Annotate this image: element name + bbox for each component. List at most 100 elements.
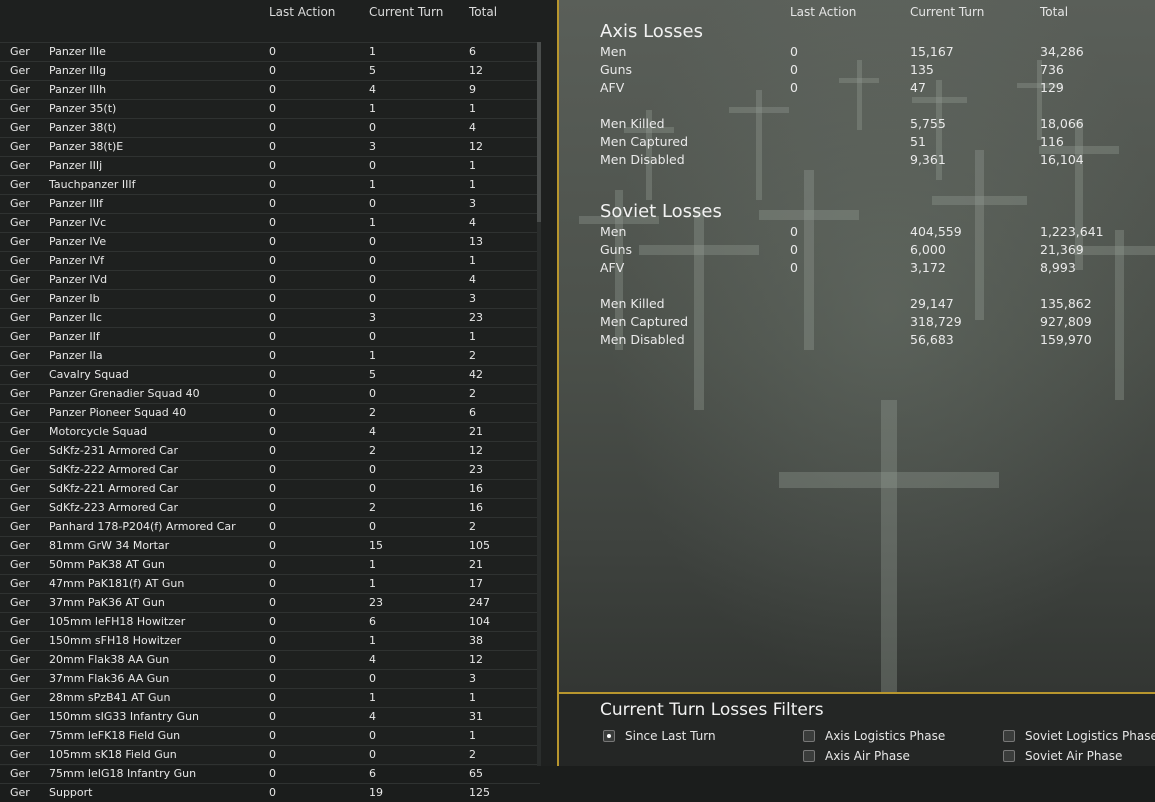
unit-total: 2 <box>469 520 476 533</box>
table-row[interactable]: Ger Panzer IVe 0 0 13 <box>0 232 540 251</box>
table-row[interactable]: Ger SdKfz-231 Armored Car 0 2 12 <box>0 441 540 460</box>
table-row[interactable]: Ger SdKfz-223 Armored Car 0 2 16 <box>0 498 540 517</box>
table-row[interactable]: Ger Panzer IIa 0 1 2 <box>0 346 540 365</box>
table-row[interactable]: Ger 37mm Flak36 AA Gun 0 0 3 <box>0 669 540 688</box>
table-row[interactable]: Ger Panzer IIc 0 3 23 <box>0 308 540 327</box>
soviet-logistics-phase-checkbox[interactable] <box>1003 730 1015 742</box>
axis-loss-label: Men Killed <box>600 116 665 131</box>
unit-nationality: Ger <box>10 653 30 666</box>
unit-nationality: Ger <box>10 615 30 628</box>
table-row[interactable]: Ger Panzer IIIe 0 1 6 <box>0 42 540 61</box>
unit-name: 75mm leIG18 Infantry Gun <box>49 767 197 780</box>
unit-last-action: 0 <box>269 634 276 647</box>
summary-header-total: Total <box>1040 5 1069 19</box>
unit-last-action: 0 <box>269 539 276 552</box>
unit-last-action: 0 <box>269 596 276 609</box>
table-row[interactable]: Ger Panzer IIIg 0 5 12 <box>0 61 540 80</box>
table-row[interactable]: Ger 105mm sK18 Field Gun 0 0 2 <box>0 745 540 764</box>
unit-total: 1 <box>469 330 476 343</box>
unit-last-action: 0 <box>269 140 276 153</box>
cross-shape <box>1114 230 1124 400</box>
since-last-turn-label[interactable]: Since Last Turn <box>625 729 716 743</box>
table-row[interactable]: Ger Panzer IVc 0 1 4 <box>0 213 540 232</box>
unit-losses-list[interactable]: Ger Panzer IIIe 0 1 6 Ger Panzer IIIg 0 5 12 Ger Pa… <box>0 42 540 802</box>
table-row[interactable]: Ger 37mm PaK36 AT Gun 0 23 247 <box>0 593 540 612</box>
table-row[interactable]: Ger Tauchpanzer IIIf 0 1 1 <box>0 175 540 194</box>
axis-loss-last-action: 0 <box>790 62 798 77</box>
table-row[interactable]: Ger Panzer IIIj 0 0 1 <box>0 156 540 175</box>
soviet-loss-total: 927,809 <box>1040 314 1092 329</box>
unit-name: 150mm sFH18 Howitzer <box>49 634 182 647</box>
axis-air-phase-label[interactable]: Axis Air Phase <box>825 749 910 763</box>
soviet-loss-current-turn: 29,147 <box>910 296 954 311</box>
unit-nationality: Ger <box>10 64 30 77</box>
table-row[interactable]: Ger Panhard 178-P204(f) Armored Car 0 0 2 <box>0 517 540 536</box>
unit-name: 105mm sK18 Field Gun <box>49 748 177 761</box>
table-row[interactable]: Ger 75mm leIG18 Infantry Gun 0 6 65 <box>0 764 540 783</box>
soviet-loss-current-turn: 404,559 <box>910 224 962 239</box>
table-row[interactable]: Ger Panzer 35(t) 0 1 1 <box>0 99 540 118</box>
table-row[interactable]: Ger Panzer Pioneer Squad 40 0 2 6 <box>0 403 540 422</box>
table-row[interactable]: Ger Support 0 19 125 <box>0 783 540 802</box>
unit-name: Panzer IIc <box>49 311 102 324</box>
table-row[interactable]: Ger 75mm leFK18 Field Gun 0 0 1 <box>0 726 540 745</box>
table-row[interactable]: Ger 105mm leFH18 Howitzer 0 6 104 <box>0 612 540 631</box>
cross-shape <box>1074 245 1155 255</box>
unit-current-turn: 0 <box>369 330 376 343</box>
since-last-turn-radio[interactable] <box>603 730 615 742</box>
table-row[interactable]: Ger Cavalry Squad 0 5 42 <box>0 365 540 384</box>
soviet-loss-current-turn: 6,000 <box>910 242 946 257</box>
table-row[interactable]: Ger SdKfz-221 Armored Car 0 0 16 <box>0 479 540 498</box>
unit-name: Panzer IIIh <box>49 83 107 96</box>
unit-nationality: Ger <box>10 444 30 457</box>
unit-total: 16 <box>469 501 483 514</box>
scrollbar-thumb[interactable] <box>537 42 541 222</box>
soviet-loss-total: 135,862 <box>1040 296 1092 311</box>
unit-name: 81mm GrW 34 Mortar <box>49 539 170 552</box>
unit-current-turn: 0 <box>369 672 376 685</box>
table-row[interactable]: Ger Panzer IVd 0 0 4 <box>0 270 540 289</box>
table-row[interactable]: Ger 81mm GrW 34 Mortar 0 15 105 <box>0 536 540 555</box>
cross-shape <box>974 150 984 320</box>
unit-name: 37mm Flak36 AA Gun <box>49 672 170 685</box>
soviet-air-phase-label[interactable]: Soviet Air Phase <box>1025 749 1122 763</box>
table-row[interactable]: Ger 28mm sPzB41 AT Gun 0 1 1 <box>0 688 540 707</box>
unit-total: 6 <box>469 406 476 419</box>
unit-name: Panzer IIIg <box>49 64 107 77</box>
table-row[interactable]: Ger 50mm PaK38 AT Gun 0 1 21 <box>0 555 540 574</box>
table-row[interactable]: Ger 20mm Flak38 AA Gun 0 4 12 <box>0 650 540 669</box>
unit-total: 38 <box>469 634 483 647</box>
unit-current-turn: 1 <box>369 634 376 647</box>
table-row[interactable]: Ger Panzer IIIf 0 0 3 <box>0 194 540 213</box>
table-row[interactable]: Ger 150mm sFH18 Howitzer 0 1 38 <box>0 631 540 650</box>
table-row[interactable]: Ger Panzer IVf 0 0 1 <box>0 251 540 270</box>
soviet-logistics-phase-label[interactable]: Soviet Logistics Phase <box>1025 729 1155 743</box>
unit-name: Panzer IVc <box>49 216 107 229</box>
unit-current-turn: 5 <box>369 368 376 381</box>
unit-last-action: 0 <box>269 45 276 58</box>
table-row[interactable]: Ger Panzer Ib 0 0 3 <box>0 289 540 308</box>
header-last-action: Last Action <box>269 5 336 19</box>
unit-total: 42 <box>469 368 483 381</box>
soviet-air-phase-checkbox[interactable] <box>1003 750 1015 762</box>
table-row[interactable]: Ger Panzer Grenadier Squad 40 0 0 2 <box>0 384 540 403</box>
axis-logistics-phase-label[interactable]: Axis Logistics Phase <box>825 729 945 743</box>
table-row[interactable]: Ger SdKfz-222 Armored Car 0 0 23 <box>0 460 540 479</box>
unit-nationality: Ger <box>10 368 30 381</box>
unit-last-action: 0 <box>269 197 276 210</box>
table-row[interactable]: Ger Panzer 38(t)E 0 3 12 <box>0 137 540 156</box>
table-row[interactable]: Ger Panzer 38(t) 0 0 4 <box>0 118 540 137</box>
axis-air-phase-checkbox[interactable] <box>803 750 815 762</box>
table-row[interactable]: Ger 150mm sIG33 Infantry Gun 0 4 31 <box>0 707 540 726</box>
unit-nationality: Ger <box>10 121 30 134</box>
table-row[interactable]: Ger Panzer IIIh 0 4 9 <box>0 80 540 99</box>
table-row[interactable]: Ger 47mm PaK181(f) AT Gun 0 1 17 <box>0 574 540 593</box>
table-row[interactable]: Ger Motorcycle Squad 0 4 21 <box>0 422 540 441</box>
unit-current-turn: 0 <box>369 520 376 533</box>
soviet-loss-current-turn: 56,683 <box>910 332 954 347</box>
axis-logistics-phase-checkbox[interactable] <box>803 730 815 742</box>
unit-last-action: 0 <box>269 691 276 704</box>
table-row[interactable]: Ger Panzer IIf 0 0 1 <box>0 327 540 346</box>
unit-nationality: Ger <box>10 45 30 58</box>
unit-nationality: Ger <box>10 672 30 685</box>
